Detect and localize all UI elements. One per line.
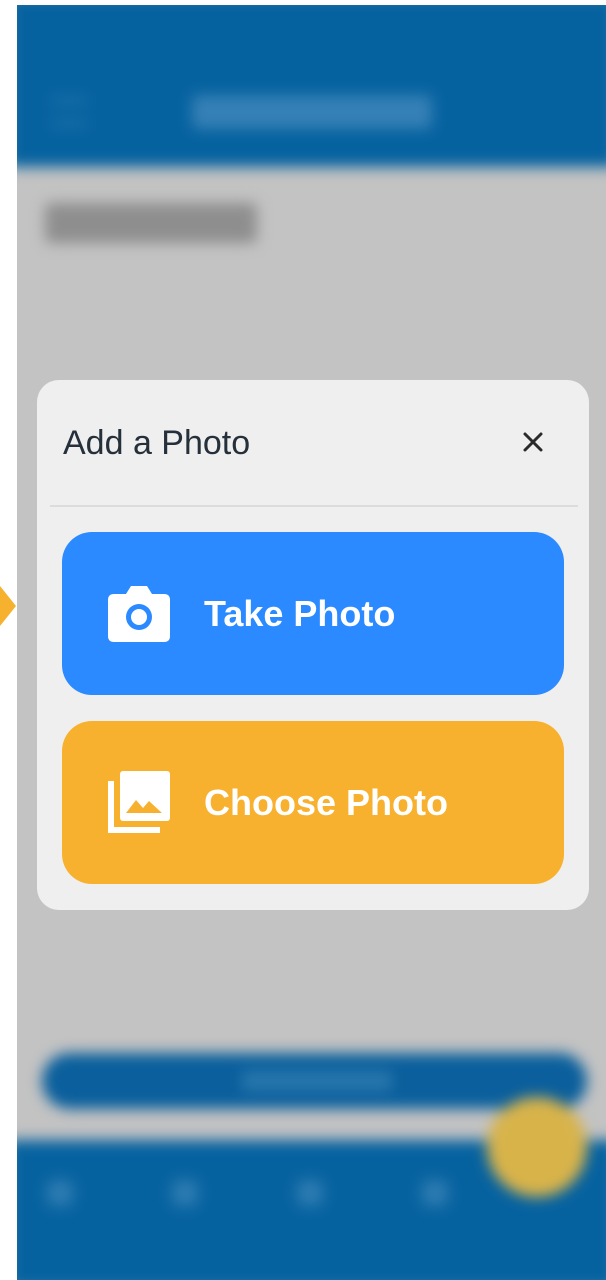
take-photo-label: Take Photo (204, 593, 396, 634)
add-photo-dialog: Add a Photo Take Photo Choose Photo (37, 380, 589, 910)
close-button[interactable] (511, 420, 555, 464)
app-top-bar (17, 5, 606, 167)
page: Add a Photo Take Photo Choose Photo (0, 0, 606, 1280)
background-primary-button (42, 1053, 587, 1109)
nav-home-icon (47, 1180, 73, 1206)
dialog-title: Add a Photo (63, 424, 251, 462)
screen-heading-placeholder (45, 203, 257, 243)
dialog-divider (50, 505, 578, 507)
edge-arrow-marker (0, 586, 16, 626)
nav-item-icon (172, 1180, 198, 1206)
background-button-label-placeholder (242, 1071, 392, 1091)
gallery-icon (108, 771, 170, 833)
app-title-placeholder (192, 95, 432, 129)
camera-icon (108, 586, 170, 642)
floating-action-button (487, 1097, 587, 1197)
nav-item-icon (422, 1180, 448, 1206)
choose-photo-label: Choose Photo (204, 782, 448, 823)
close-icon (523, 432, 543, 452)
nav-item-icon (297, 1180, 323, 1206)
take-photo-button[interactable]: Take Photo (62, 532, 564, 695)
choose-photo-button[interactable]: Choose Photo (62, 721, 564, 884)
menu-icon (52, 99, 86, 125)
